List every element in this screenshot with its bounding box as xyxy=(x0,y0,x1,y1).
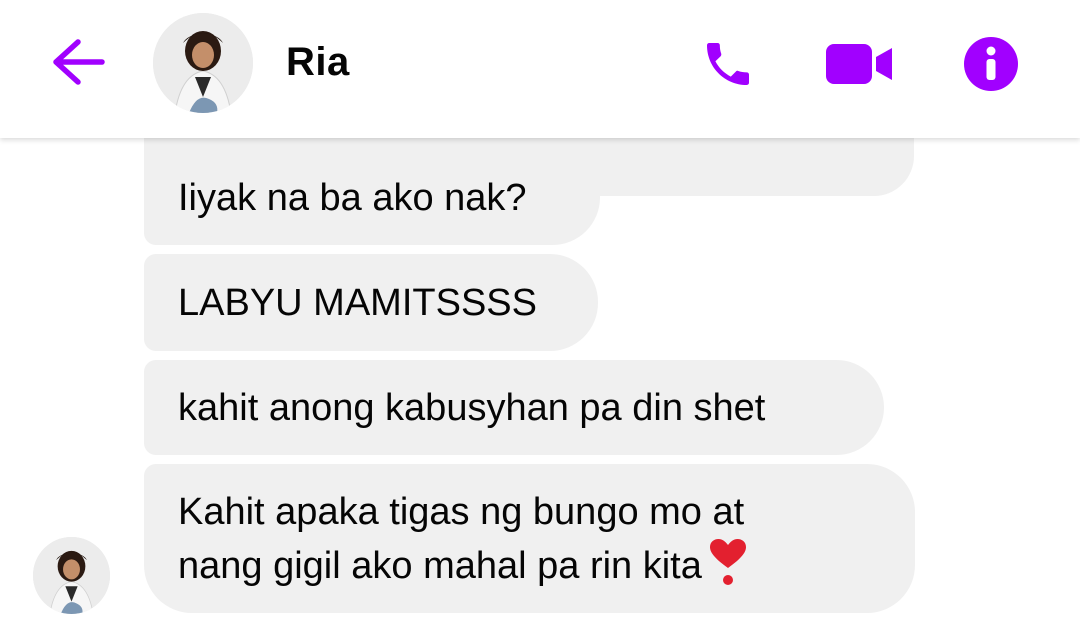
contact-name[interactable]: Ria xyxy=(286,40,350,85)
message-bubble[interactable]: Kahit apaka tigas ng bungo mo at nang gi… xyxy=(144,464,915,613)
back-arrow-icon[interactable] xyxy=(48,38,106,86)
video-camera-icon[interactable] xyxy=(826,42,894,86)
message-text: LABYU MAMITSSSS xyxy=(178,281,537,324)
sender-avatar[interactable] xyxy=(33,537,110,614)
message-bubble[interactable]: kahit anong kabusyhan pa din shet xyxy=(144,360,884,455)
message-text: Kahit apaka tigas ng bungo mo at nang gi… xyxy=(178,486,748,592)
contact-avatar[interactable] xyxy=(153,13,253,113)
phone-icon[interactable] xyxy=(700,36,756,92)
message-bubble[interactable]: Iiyak na ba ako nak? xyxy=(144,150,600,245)
message-text: Iiyak na ba ako nak? xyxy=(178,176,527,219)
message-thread[interactable]: Iiyak na ba ako nak? LABYU MAMITSSSS kah… xyxy=(0,78,1080,639)
info-icon[interactable] xyxy=(963,36,1019,92)
message-text-content: Kahit apaka tigas ng bungo mo at nang gi… xyxy=(178,490,745,587)
message-text: kahit anong kabusyhan pa din shet xyxy=(178,386,766,429)
chat-header: Ria xyxy=(0,0,1080,138)
message-bubble[interactable]: LABYU MAMITSSSS xyxy=(144,254,598,351)
heart-exclamation-icon xyxy=(709,538,746,585)
